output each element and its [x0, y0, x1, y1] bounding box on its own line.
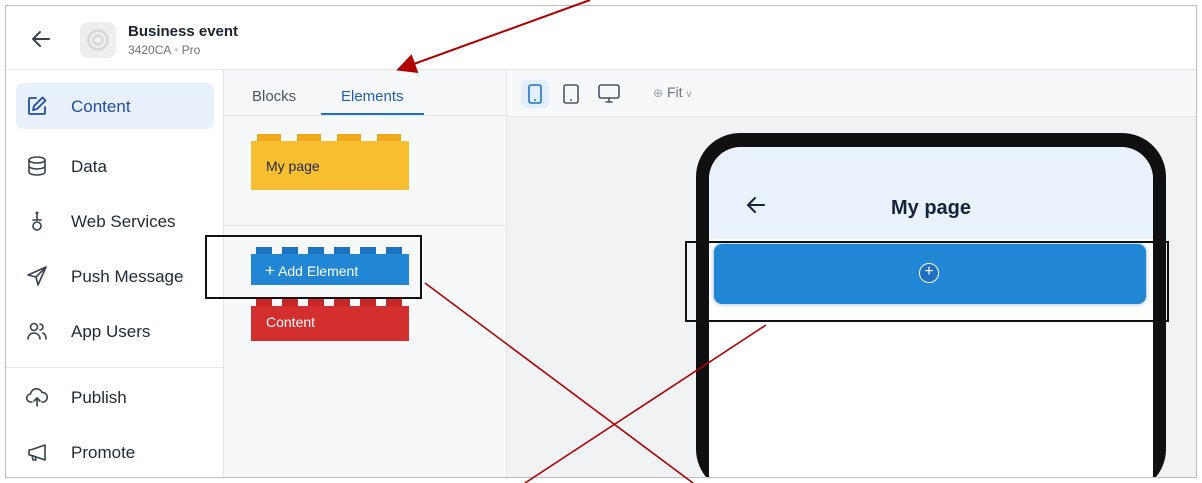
page-brick-label: My page	[266, 158, 320, 174]
phone-view-button[interactable]	[521, 80, 549, 108]
phone-frame: My page +	[696, 133, 1166, 477]
tab-blocks[interactable]: Blocks	[252, 88, 296, 105]
sidebar-item-push-message[interactable]: Push Message	[16, 253, 214, 299]
sidebar-item-publish[interactable]: Publish	[16, 374, 214, 420]
app-logo	[80, 22, 116, 58]
page-brick[interactable]: My page	[251, 134, 409, 191]
phone-icon	[528, 84, 542, 104]
app-name: Business event	[128, 23, 239, 40]
send-icon	[27, 266, 47, 286]
top-header: Business event 3420CA • Pro	[6, 6, 1196, 70]
add-element-button[interactable]: + Add Element	[251, 247, 409, 285]
sidebar-divider	[6, 367, 223, 368]
tablet-icon	[563, 84, 579, 104]
users-icon	[27, 322, 47, 340]
content-brick-label: Content	[266, 314, 316, 330]
device-toolbar: ⊕ Fit ∨	[507, 70, 1196, 117]
desktop-icon	[598, 84, 620, 103]
app-window: Business event 3420CA•Pro Content Data	[5, 5, 1197, 478]
plus-icon: +	[265, 261, 275, 280]
sidebar-item-label: Promote	[71, 443, 136, 462]
back-arrow-icon[interactable]	[30, 28, 52, 50]
add-element-label-wrap: + Add Element	[265, 261, 358, 281]
sidebar-item-label: App Users	[71, 322, 151, 341]
sidebar-item-content[interactable]: Content	[16, 83, 214, 129]
add-circle-icon[interactable]: +	[919, 263, 939, 283]
sidebar-item-web-services[interactable]: Web Services	[16, 198, 214, 244]
tab-divider	[224, 115, 506, 116]
sidebar-item-data[interactable]: Data	[16, 143, 214, 189]
app-logo-icon	[87, 29, 109, 51]
elements-panel: Blocks Elements My page + Add Element Co…	[224, 70, 507, 477]
webservice-icon	[32, 211, 42, 231]
database-icon	[28, 156, 46, 176]
sidebar: Content Data Web Services Push Message A…	[6, 70, 224, 477]
sidebar-item-label: Publish	[71, 388, 127, 407]
tab-elements[interactable]: Elements	[341, 88, 404, 105]
zoom-label: Fit	[666, 84, 683, 100]
sidebar-item-label: Web Services	[71, 212, 176, 231]
screen-title: My page	[890, 197, 972, 219]
chevron-down-icon: ∨	[682, 89, 693, 100]
element-placeholder[interactable]: +	[714, 244, 1146, 304]
panel-divider	[224, 225, 506, 226]
content-brick[interactable]: Content	[251, 299, 409, 341]
zoom-icon: ⊕	[653, 86, 664, 100]
sidebar-item-label: Data	[71, 157, 107, 176]
sidebar-item-label: Content	[71, 97, 131, 116]
zoom-select[interactable]: ⊕ Fit ∨	[653, 84, 693, 100]
app-subtitle: 3420CA • Pro	[128, 43, 200, 57]
preview-canvas: ⊕ Fit ∨ My page +	[507, 70, 1196, 477]
edit-icon	[28, 96, 47, 115]
sidebar-item-app-users[interactable]: App Users	[16, 308, 214, 354]
separator-dot: •	[174, 43, 179, 57]
cloud-upload-icon	[26, 388, 48, 407]
app-code: 3420CA	[128, 43, 172, 57]
sidebar-item-label: Push Message	[71, 267, 184, 286]
sidebar-item-promote[interactable]: Promote	[16, 429, 214, 475]
phone-screen: My page +	[709, 147, 1153, 477]
tablet-view-button[interactable]	[557, 80, 585, 108]
add-element-label: Add Element	[278, 263, 359, 279]
plan-label: Pro	[181, 43, 201, 57]
desktop-view-button[interactable]	[595, 80, 623, 108]
megaphone-icon	[28, 444, 46, 461]
screen-header: My page	[709, 147, 1153, 239]
